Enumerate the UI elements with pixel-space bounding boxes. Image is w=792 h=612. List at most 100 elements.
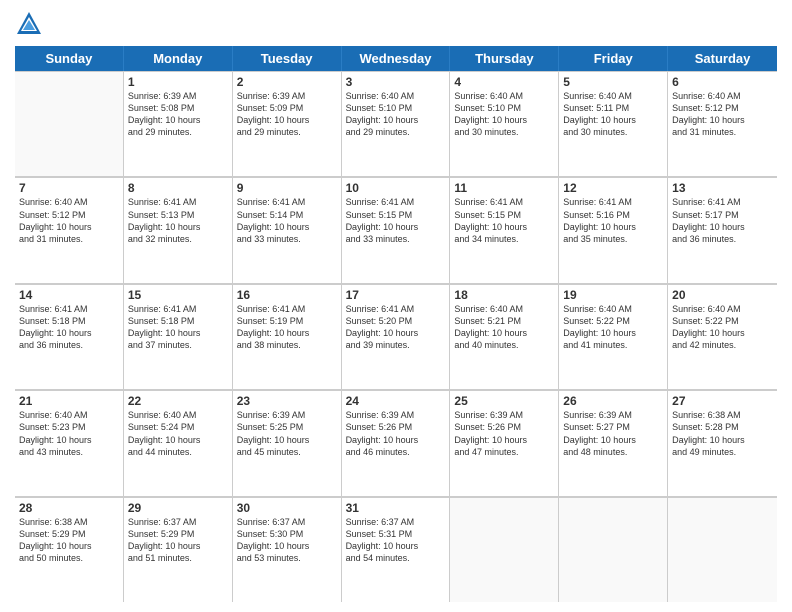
day-info: Sunrise: 6:40 AM Sunset: 5:24 PM Dayligh…	[128, 409, 228, 458]
calendar-day-19: 19Sunrise: 6:40 AM Sunset: 5:22 PM Dayli…	[559, 284, 668, 389]
header-day-monday: Monday	[124, 46, 233, 71]
day-number: 22	[128, 394, 228, 408]
day-info: Sunrise: 6:41 AM Sunset: 5:13 PM Dayligh…	[128, 196, 228, 245]
calendar-day-1: 1Sunrise: 6:39 AM Sunset: 5:08 PM Daylig…	[124, 71, 233, 176]
calendar-day-20: 20Sunrise: 6:40 AM Sunset: 5:22 PM Dayli…	[668, 284, 777, 389]
day-info: Sunrise: 6:39 AM Sunset: 5:08 PM Dayligh…	[128, 90, 228, 139]
day-number: 19	[563, 288, 663, 302]
day-info: Sunrise: 6:41 AM Sunset: 5:18 PM Dayligh…	[128, 303, 228, 352]
calendar-day-29: 29Sunrise: 6:37 AM Sunset: 5:29 PM Dayli…	[124, 497, 233, 602]
day-info: Sunrise: 6:41 AM Sunset: 5:14 PM Dayligh…	[237, 196, 337, 245]
header-day-sunday: Sunday	[15, 46, 124, 71]
day-info: Sunrise: 6:39 AM Sunset: 5:25 PM Dayligh…	[237, 409, 337, 458]
day-number: 2	[237, 75, 337, 89]
day-info: Sunrise: 6:41 AM Sunset: 5:18 PM Dayligh…	[19, 303, 119, 352]
calendar-day-13: 13Sunrise: 6:41 AM Sunset: 5:17 PM Dayli…	[668, 177, 777, 282]
calendar-week-1: 1Sunrise: 6:39 AM Sunset: 5:08 PM Daylig…	[15, 71, 777, 177]
logo	[15, 10, 47, 38]
day-number: 5	[563, 75, 663, 89]
calendar-day-12: 12Sunrise: 6:41 AM Sunset: 5:16 PM Dayli…	[559, 177, 668, 282]
calendar-body: 1Sunrise: 6:39 AM Sunset: 5:08 PM Daylig…	[15, 71, 777, 602]
calendar-day-28: 28Sunrise: 6:38 AM Sunset: 5:29 PM Dayli…	[15, 497, 124, 602]
calendar-day-10: 10Sunrise: 6:41 AM Sunset: 5:15 PM Dayli…	[342, 177, 451, 282]
day-number: 13	[672, 181, 773, 195]
day-info: Sunrise: 6:37 AM Sunset: 5:31 PM Dayligh…	[346, 516, 446, 565]
calendar-day-23: 23Sunrise: 6:39 AM Sunset: 5:25 PM Dayli…	[233, 390, 342, 495]
calendar-day-31: 31Sunrise: 6:37 AM Sunset: 5:31 PM Dayli…	[342, 497, 451, 602]
day-number: 20	[672, 288, 773, 302]
day-info: Sunrise: 6:39 AM Sunset: 5:26 PM Dayligh…	[454, 409, 554, 458]
header-day-thursday: Thursday	[450, 46, 559, 71]
calendar-day-8: 8Sunrise: 6:41 AM Sunset: 5:13 PM Daylig…	[124, 177, 233, 282]
day-info: Sunrise: 6:39 AM Sunset: 5:09 PM Dayligh…	[237, 90, 337, 139]
day-number: 16	[237, 288, 337, 302]
day-number: 31	[346, 501, 446, 515]
day-number: 26	[563, 394, 663, 408]
calendar-week-5: 28Sunrise: 6:38 AM Sunset: 5:29 PM Dayli…	[15, 497, 777, 602]
day-info: Sunrise: 6:41 AM Sunset: 5:15 PM Dayligh…	[346, 196, 446, 245]
day-info: Sunrise: 6:40 AM Sunset: 5:23 PM Dayligh…	[19, 409, 119, 458]
calendar-day-7: 7Sunrise: 6:40 AM Sunset: 5:12 PM Daylig…	[15, 177, 124, 282]
header	[15, 10, 777, 38]
day-info: Sunrise: 6:41 AM Sunset: 5:16 PM Dayligh…	[563, 196, 663, 245]
day-info: Sunrise: 6:39 AM Sunset: 5:27 PM Dayligh…	[563, 409, 663, 458]
day-number: 15	[128, 288, 228, 302]
day-number: 4	[454, 75, 554, 89]
day-info: Sunrise: 6:38 AM Sunset: 5:29 PM Dayligh…	[19, 516, 119, 565]
day-info: Sunrise: 6:40 AM Sunset: 5:11 PM Dayligh…	[563, 90, 663, 139]
day-number: 9	[237, 181, 337, 195]
calendar-day-25: 25Sunrise: 6:39 AM Sunset: 5:26 PM Dayli…	[450, 390, 559, 495]
calendar-day-18: 18Sunrise: 6:40 AM Sunset: 5:21 PM Dayli…	[450, 284, 559, 389]
day-number: 7	[19, 181, 119, 195]
calendar-week-3: 14Sunrise: 6:41 AM Sunset: 5:18 PM Dayli…	[15, 284, 777, 390]
day-info: Sunrise: 6:40 AM Sunset: 5:10 PM Dayligh…	[346, 90, 446, 139]
calendar-day-empty	[15, 71, 124, 176]
calendar-day-30: 30Sunrise: 6:37 AM Sunset: 5:30 PM Dayli…	[233, 497, 342, 602]
day-number: 23	[237, 394, 337, 408]
day-info: Sunrise: 6:40 AM Sunset: 5:12 PM Dayligh…	[19, 196, 119, 245]
day-number: 8	[128, 181, 228, 195]
calendar-day-3: 3Sunrise: 6:40 AM Sunset: 5:10 PM Daylig…	[342, 71, 451, 176]
calendar-day-empty	[450, 497, 559, 602]
day-info: Sunrise: 6:40 AM Sunset: 5:21 PM Dayligh…	[454, 303, 554, 352]
day-number: 11	[454, 181, 554, 195]
day-info: Sunrise: 6:40 AM Sunset: 5:22 PM Dayligh…	[563, 303, 663, 352]
day-number: 1	[128, 75, 228, 89]
day-number: 24	[346, 394, 446, 408]
header-day-friday: Friday	[559, 46, 668, 71]
day-info: Sunrise: 6:41 AM Sunset: 5:17 PM Dayligh…	[672, 196, 773, 245]
day-info: Sunrise: 6:41 AM Sunset: 5:19 PM Dayligh…	[237, 303, 337, 352]
day-info: Sunrise: 6:37 AM Sunset: 5:30 PM Dayligh…	[237, 516, 337, 565]
day-number: 30	[237, 501, 337, 515]
day-info: Sunrise: 6:40 AM Sunset: 5:22 PM Dayligh…	[672, 303, 773, 352]
calendar-day-empty	[668, 497, 777, 602]
calendar-day-17: 17Sunrise: 6:41 AM Sunset: 5:20 PM Dayli…	[342, 284, 451, 389]
day-info: Sunrise: 6:41 AM Sunset: 5:15 PM Dayligh…	[454, 196, 554, 245]
day-number: 12	[563, 181, 663, 195]
day-info: Sunrise: 6:39 AM Sunset: 5:26 PM Dayligh…	[346, 409, 446, 458]
calendar-day-14: 14Sunrise: 6:41 AM Sunset: 5:18 PM Dayli…	[15, 284, 124, 389]
header-day-saturday: Saturday	[668, 46, 777, 71]
day-number: 17	[346, 288, 446, 302]
calendar-day-empty	[559, 497, 668, 602]
day-number: 3	[346, 75, 446, 89]
calendar-day-4: 4Sunrise: 6:40 AM Sunset: 5:10 PM Daylig…	[450, 71, 559, 176]
calendar-header: SundayMondayTuesdayWednesdayThursdayFrid…	[15, 46, 777, 71]
calendar-week-4: 21Sunrise: 6:40 AM Sunset: 5:23 PM Dayli…	[15, 390, 777, 496]
day-number: 10	[346, 181, 446, 195]
header-day-wednesday: Wednesday	[342, 46, 451, 71]
day-number: 25	[454, 394, 554, 408]
day-info: Sunrise: 6:40 AM Sunset: 5:10 PM Dayligh…	[454, 90, 554, 139]
calendar-day-2: 2Sunrise: 6:39 AM Sunset: 5:09 PM Daylig…	[233, 71, 342, 176]
calendar-week-2: 7Sunrise: 6:40 AM Sunset: 5:12 PM Daylig…	[15, 177, 777, 283]
calendar-day-5: 5Sunrise: 6:40 AM Sunset: 5:11 PM Daylig…	[559, 71, 668, 176]
logo-icon	[15, 10, 43, 38]
day-number: 21	[19, 394, 119, 408]
calendar-day-9: 9Sunrise: 6:41 AM Sunset: 5:14 PM Daylig…	[233, 177, 342, 282]
calendar-day-26: 26Sunrise: 6:39 AM Sunset: 5:27 PM Dayli…	[559, 390, 668, 495]
day-info: Sunrise: 6:41 AM Sunset: 5:20 PM Dayligh…	[346, 303, 446, 352]
day-number: 18	[454, 288, 554, 302]
day-info: Sunrise: 6:37 AM Sunset: 5:29 PM Dayligh…	[128, 516, 228, 565]
day-number: 27	[672, 394, 773, 408]
calendar-day-11: 11Sunrise: 6:41 AM Sunset: 5:15 PM Dayli…	[450, 177, 559, 282]
